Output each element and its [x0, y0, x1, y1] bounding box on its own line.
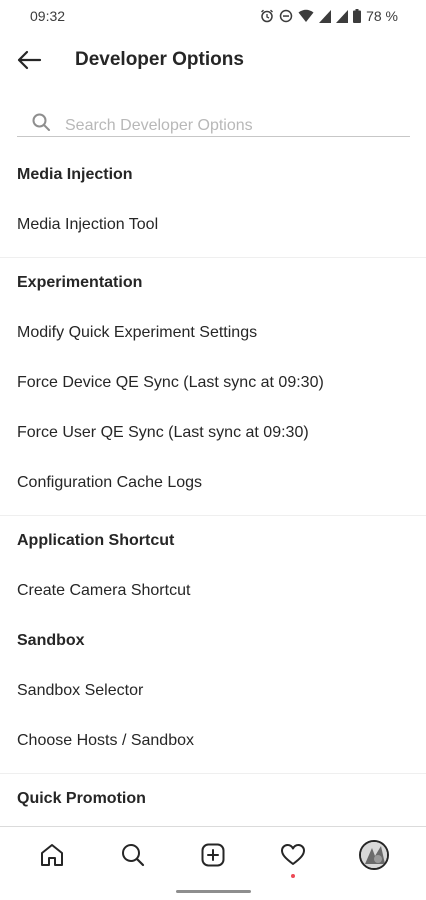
profile-avatar [358, 839, 389, 870]
section-header-media-injection: Media Injection [17, 166, 133, 183]
list-item-modify-qe-settings[interactable]: Modify Quick Experiment Settings [0, 308, 426, 358]
nav-home-button[interactable] [32, 835, 72, 875]
nav-profile-button[interactable] [354, 835, 394, 875]
status-time: 09:32 [30, 8, 66, 24]
section-header-sandbox: Sandbox [17, 632, 85, 649]
app-header: Developer Options [0, 32, 426, 88]
signal-icon [319, 9, 332, 23]
avatar-image-icon [360, 841, 387, 868]
alarm-icon [261, 9, 274, 23]
signal-icon-2 [336, 9, 349, 23]
activity-notification-dot [291, 873, 296, 878]
activity-heart-icon [281, 843, 306, 865]
list-item-force-device-qe-sync[interactable]: Force Device QE Sync (Last sync at 09:30… [0, 358, 426, 408]
section-divider [0, 766, 426, 774]
list-item-force-user-qe-sync[interactable]: Force User QE Sync (Last sync at 09:30) [0, 408, 426, 458]
home-icon [41, 843, 64, 866]
battery-icon [353, 9, 362, 23]
do-not-disturb-icon [279, 9, 293, 23]
section-header-experimentation: Experimentation [17, 274, 143, 291]
search-icon [32, 113, 50, 131]
search-bar[interactable] [17, 108, 410, 137]
list-item-configuration-cache-logs[interactable]: Configuration Cache Logs [0, 458, 426, 508]
bottom-nav [0, 826, 426, 882]
settings-list: Media Injection Media Injection Tool Exp… [0, 150, 426, 824]
new-post-icon [201, 843, 225, 866]
home-indicator[interactable] [176, 890, 251, 893]
nav-new-post-button[interactable] [193, 835, 233, 875]
search-input[interactable] [65, 108, 410, 136]
battery-level: 78 % [366, 8, 398, 24]
page-title: Developer Options [75, 49, 244, 70]
nav-search-button[interactable] [113, 835, 153, 875]
section-header-application-shortcut: Application Shortcut [17, 532, 175, 549]
wifi-icon [298, 9, 314, 22]
nav-activity-button[interactable] [273, 835, 313, 878]
list-item-create-camera-shortcut[interactable]: Create Camera Shortcut [0, 566, 426, 616]
section-divider [0, 508, 426, 516]
status-bar: 09:32 78 % [0, 0, 426, 32]
list-item-sandbox-selector[interactable]: Sandbox Selector [0, 666, 426, 716]
back-arrow-icon [17, 50, 42, 70]
list-item-media-injection-tool[interactable]: Media Injection Tool [0, 200, 426, 250]
list-item-choose-hosts-sandbox[interactable]: Choose Hosts / Sandbox [0, 716, 426, 766]
back-button[interactable] [1, 32, 57, 88]
status-icons: 78 % [260, 8, 398, 24]
section-divider [0, 250, 426, 258]
section-header-quick-promotion: Quick Promotion [17, 790, 146, 807]
search-icon [121, 843, 144, 866]
